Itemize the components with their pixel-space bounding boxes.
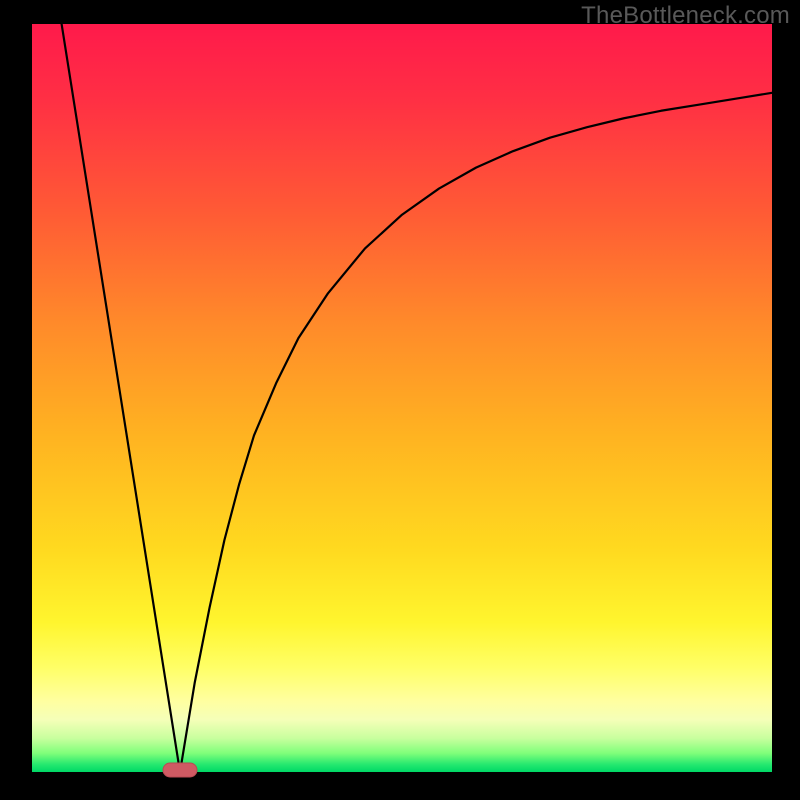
minimum-marker — [163, 763, 197, 777]
bottleneck-plot — [0, 0, 800, 800]
watermark-text: TheBottleneck.com — [581, 2, 790, 30]
chart-frame: TheBottleneck.com — [0, 0, 800, 800]
plot-background — [32, 24, 772, 772]
